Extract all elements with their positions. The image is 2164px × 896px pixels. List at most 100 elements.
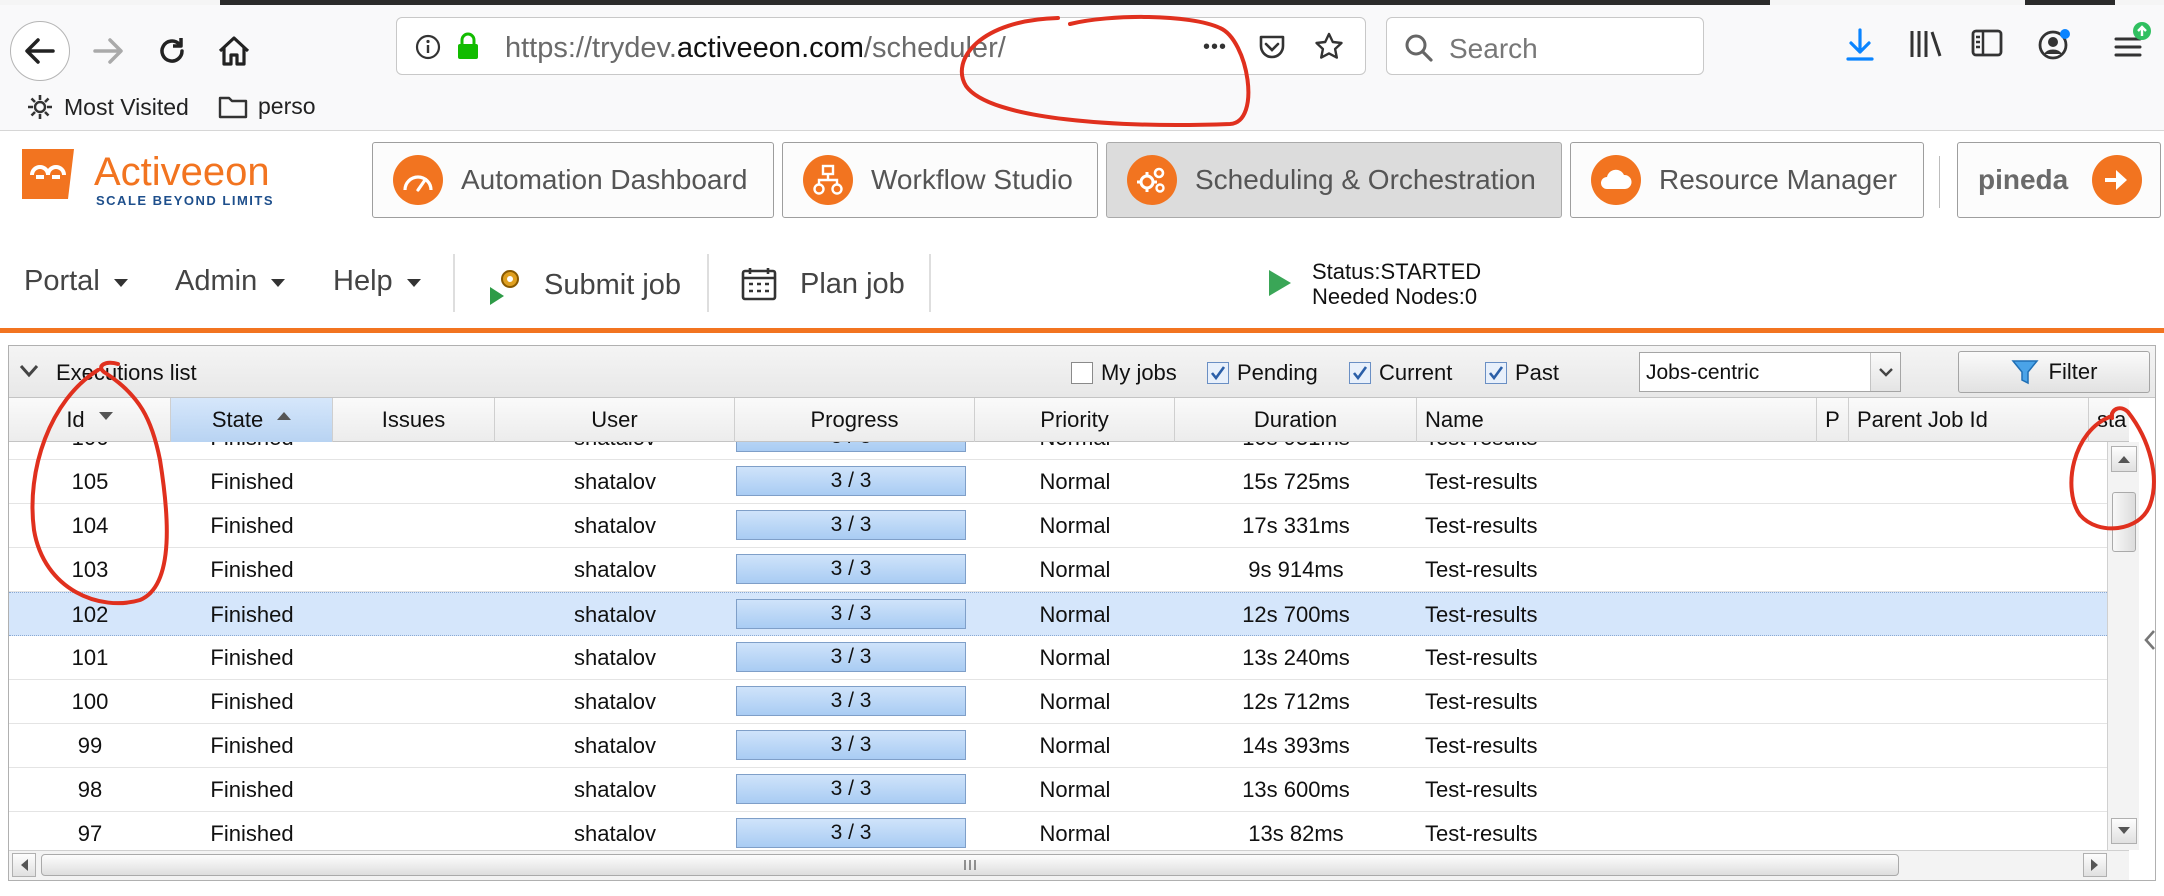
pocket-icon[interactable] (1257, 32, 1287, 62)
reload-button[interactable] (142, 21, 202, 81)
table-row[interactable]: 100 Finished shatalov Normal 12s 712ms Test-r… (9, 680, 2107, 724)
cell-priority: Normal (1039, 777, 1111, 802)
portal-menu[interactable]: Portal (24, 265, 128, 298)
cell-user: shatalov (495, 442, 735, 460)
table-row[interactable]: 105 Finished shatalov Normal 15s 725ms Test-r… (9, 460, 2107, 504)
column-title: Progress (810, 407, 899, 432)
cell-user: shatalov (574, 602, 656, 627)
user-logout-button[interactable]: pineda (1957, 142, 2161, 218)
cell-state: Finished (171, 442, 333, 460)
cell-priority: Normal (1039, 645, 1111, 670)
progress-bar: 3 / 3 (736, 554, 966, 584)
star-icon[interactable] (1313, 31, 1345, 63)
scroll-right-button[interactable] (2083, 853, 2107, 877)
cell-issues (333, 768, 495, 812)
admin-menu[interactable]: Admin (175, 265, 286, 298)
filter-button-label: Filter (2048, 359, 2098, 384)
column-header-duration[interactable]: Duration (1175, 398, 1417, 442)
filter-button[interactable]: Filter (1958, 351, 2150, 393)
cell-issues (333, 460, 495, 504)
checkbox-label: Past (1515, 360, 1560, 385)
table-row[interactable]: 102 Finished shatalov Normal 12s 700ms Test-r… (9, 592, 2107, 636)
column-header-state[interactable]: State (171, 398, 333, 442)
scroll-up-button[interactable] (2111, 446, 2137, 472)
scroll-down-button[interactable] (2111, 818, 2137, 844)
vertical-scroll-thumb[interactable] (2112, 492, 2136, 552)
table-row[interactable]: 106Finished shatalov Normal10s 951msTest-r… (9, 442, 2107, 460)
library-button[interactable] (1908, 27, 1944, 61)
details-panel-toggle[interactable] (2140, 600, 2160, 680)
view-mode-select[interactable]: Jobs-centric (1639, 352, 1901, 392)
collapse-chevron-icon[interactable] (19, 364, 39, 378)
column-header-progress[interactable]: Progress (735, 398, 975, 442)
chevron-down-icon (113, 278, 128, 287)
executions-table-body: 106FinishedshatalovNormal10s 951msTest-r… (9, 442, 2107, 850)
scroll-left-button[interactable] (12, 853, 36, 877)
view-mode-value: Jobs-centric (1646, 361, 1760, 384)
table-row[interactable]: 98 Finished shatalov Normal 13s 600ms Test-re… (9, 768, 2107, 812)
cell-priority: Normal (1039, 469, 1111, 494)
checkbox-label: Pending (1237, 360, 1318, 385)
current-checkbox[interactable]: Current (1349, 360, 1452, 386)
table-row[interactable]: 97 Finished shatalov Normal 13s 82ms Test-res… (9, 812, 2107, 850)
help-menu[interactable]: Help (333, 265, 421, 298)
info-icon[interactable] (415, 34, 441, 60)
back-arrow-icon (25, 38, 55, 64)
automation-dashboard-button[interactable]: Automation Dashboard (372, 142, 774, 218)
column-header-p[interactable]: P (1817, 398, 1849, 442)
column-title: State (211, 407, 264, 432)
column-header-name[interactable]: Name (1417, 398, 1817, 442)
url-bar[interactable]: https://trydev.activeeon.com/scheduler/ … (396, 17, 1366, 75)
table-row[interactable]: 104 Finished shatalov Normal 17s 331ms Test-r… (9, 504, 2107, 548)
home-button[interactable] (204, 21, 264, 81)
bookmark-perso[interactable]: perso (218, 93, 316, 120)
cell-duration: 10s 951ms (1175, 442, 1417, 460)
search-icon (1405, 34, 1433, 62)
my-jobs-checkbox[interactable]: My jobs (1071, 360, 1177, 386)
vertical-scrollbar[interactable] (2107, 442, 2139, 850)
horizontal-scrollbar[interactable] (9, 850, 2129, 880)
back-button[interactable] (10, 21, 70, 81)
cell-id: 104 (71, 513, 109, 538)
gear-icon (28, 95, 52, 119)
table-row[interactable]: 99 Finished shatalov Normal 14s 393ms Test-re… (9, 724, 2107, 768)
submit-job-button[interactable]: Submit job (486, 265, 681, 305)
menu-divider (453, 254, 455, 312)
column-header-priority[interactable]: Priority (975, 398, 1175, 442)
workflow-studio-button[interactable]: Workflow Studio (782, 142, 1098, 218)
column-header-user[interactable]: User (495, 398, 735, 442)
progress-bar: 3 / 3 (736, 466, 966, 496)
scheduling-orchestration-button[interactable]: Scheduling & Orchestration (1106, 142, 1562, 218)
chevron-down-icon (406, 278, 421, 287)
downloads-button[interactable] (1844, 27, 1876, 63)
sidebar-toggle-button[interactable] (1970, 27, 2004, 59)
activeeon-logo[interactable]: Activeeon SCALE BEYOND LIMITS (18, 139, 308, 209)
progress-bar: 3 / 3 (736, 642, 966, 672)
column-header-parent-job-id[interactable]: Parent Job Id (1849, 398, 2089, 442)
svg-text:SCALE BEYOND LIMITS: SCALE BEYOND LIMITS (96, 193, 274, 208)
horizontal-scroll-thumb[interactable] (41, 854, 1899, 876)
column-header-sta[interactable]: sta (2089, 398, 2129, 442)
forward-button[interactable] (78, 21, 138, 81)
table-row[interactable]: 103 Finished shatalov Normal 9s 914ms Test-re… (9, 548, 2107, 592)
chevron-down-icon (271, 278, 286, 287)
account-button[interactable] (2036, 27, 2072, 63)
past-checkbox[interactable]: Past (1485, 360, 1559, 386)
checkbox-box (1349, 362, 1371, 384)
column-header-issues[interactable]: Issues (333, 398, 495, 442)
more-actions-icon[interactable]: ••• (1203, 36, 1227, 59)
table-row[interactable]: 101 Finished shatalov Normal 13s 240ms Test-r… (9, 636, 2107, 680)
column-header-id[interactable]: Id (9, 398, 171, 442)
resource-manager-button[interactable]: Resource Manager (1570, 142, 1924, 218)
chevron-down-icon[interactable] (1870, 353, 1900, 391)
bookmark-most-visited[interactable]: Most Visited (26, 93, 189, 121)
cell-issues (333, 442, 495, 460)
pending-checkbox[interactable]: Pending (1207, 360, 1318, 386)
plan-job-button[interactable]: Plan job (740, 265, 905, 303)
menu-button[interactable] (2112, 21, 2152, 63)
column-title: P (1825, 407, 1840, 432)
download-icon (1846, 28, 1874, 61)
cell-user: shatalov (574, 821, 656, 846)
cell-duration: 13s 82ms (1248, 821, 1344, 846)
search-input[interactable]: Search (1386, 17, 1704, 75)
